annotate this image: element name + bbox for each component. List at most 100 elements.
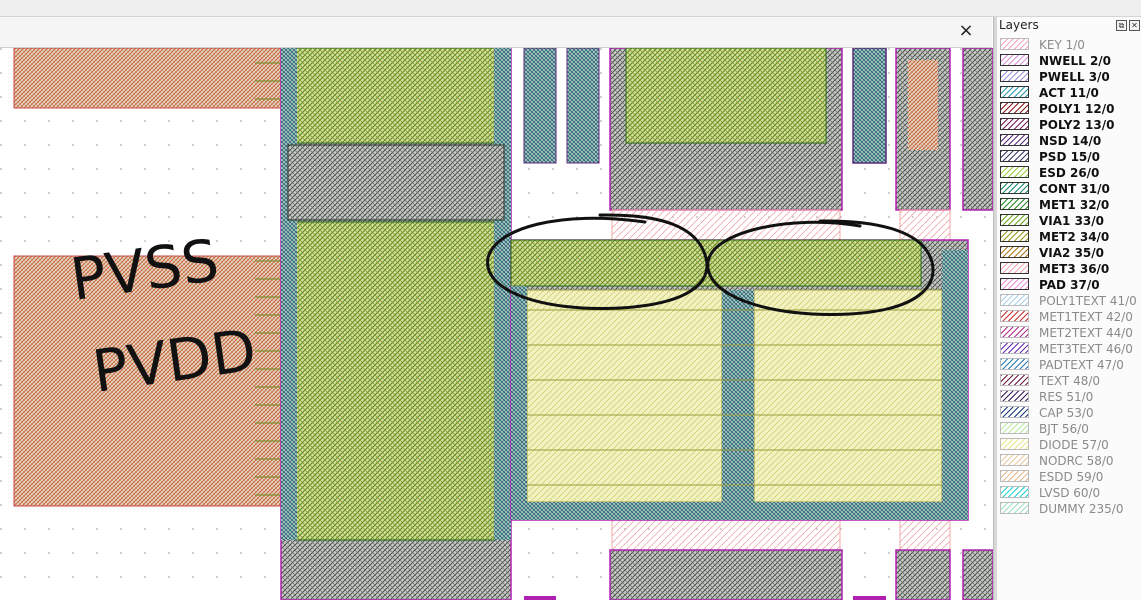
layer-swatch-icon — [1000, 182, 1029, 194]
layer-label: MET2 34/0 — [1039, 230, 1110, 244]
layer-swatch-icon — [1000, 230, 1029, 242]
layer-item[interactable]: NODRC 58/0 — [997, 453, 1141, 469]
layer-label: NWELL 2/0 — [1039, 54, 1112, 68]
layer-label: TEXT 48/0 — [1039, 374, 1101, 388]
layer-label: CAP 53/0 — [1039, 406, 1094, 420]
layer-swatch-icon — [1000, 134, 1029, 146]
right-transistor-block — [510, 239, 969, 521]
layer-item[interactable]: MET2 34/0 — [997, 229, 1141, 245]
layer-swatch-icon — [1000, 118, 1029, 130]
layer-item[interactable]: POLY1TEXT 41/0 — [997, 293, 1141, 309]
layers-panel: Layers ⧉ ✕ KEY 1/0 NWELL 2/0 PWELL 3/0 ACT … — [997, 17, 1141, 600]
layer-item[interactable]: TEXT 48/0 — [997, 373, 1141, 389]
layer-item[interactable]: CONT 31/0 — [997, 181, 1141, 197]
layer-item[interactable]: MET3 36/0 — [997, 261, 1141, 277]
layer-swatch-icon — [1000, 38, 1029, 50]
layer-label: DIODE 57/0 — [1039, 438, 1109, 452]
layer-label: RES 51/0 — [1039, 390, 1094, 404]
layer-item[interactable]: MET3TEXT 46/0 — [997, 341, 1141, 357]
layer-swatch-icon — [1000, 214, 1029, 226]
layer-label: LVSD 60/0 — [1039, 486, 1101, 500]
layout-drawing: PVSS PVDD — [0, 48, 993, 600]
layer-label: BJT 56/0 — [1039, 422, 1089, 436]
transistor-column — [280, 48, 512, 600]
layer-swatch-icon — [1000, 278, 1029, 290]
layer-item[interactable]: BJT 56/0 — [997, 421, 1141, 437]
toolbar-area — [0, 17, 992, 48]
layer-swatch-icon — [1000, 166, 1029, 178]
layer-item[interactable]: RES 51/0 — [997, 389, 1141, 405]
layer-swatch-icon — [1000, 342, 1029, 354]
layer-item[interactable]: POLY2 13/0 — [997, 117, 1141, 133]
layer-label: KEY 1/0 — [1039, 38, 1085, 52]
layer-label: MET1TEXT 42/0 — [1039, 310, 1133, 324]
layer-item[interactable]: PSD 15/0 — [997, 149, 1141, 165]
layer-swatch-icon — [1000, 310, 1029, 322]
layer-label: POLY2 13/0 — [1039, 118, 1115, 132]
pad-top-left — [13, 48, 283, 109]
layer-label: VIA1 33/0 — [1039, 214, 1104, 228]
layer-item[interactable]: MET1 32/0 — [997, 197, 1141, 213]
layer-label: PWELL 3/0 — [1039, 70, 1110, 84]
layer-swatch-icon — [1000, 70, 1029, 82]
layer-swatch-icon — [1000, 470, 1029, 482]
layer-item[interactable]: VIA1 33/0 — [997, 213, 1141, 229]
layer-item[interactable]: CAP 53/0 — [997, 405, 1141, 421]
layer-item[interactable]: PWELL 3/0 — [997, 69, 1141, 85]
layers-panel-title: Layers — [999, 18, 1039, 32]
layer-label: ESDD 59/0 — [1039, 470, 1104, 484]
layer-label: MET2TEXT 44/0 — [1039, 326, 1133, 340]
layer-swatch-icon — [1000, 390, 1029, 402]
close-panel-icon[interactable]: ✕ — [1129, 20, 1140, 31]
layer-swatch-icon — [1000, 438, 1029, 450]
layer-swatch-icon — [1000, 406, 1029, 418]
layer-label: ACT 11/0 — [1039, 86, 1099, 100]
layer-label: NSD 14/0 — [1039, 134, 1102, 148]
layer-item[interactable]: VIA2 35/0 — [997, 245, 1141, 261]
layer-item[interactable]: POLY1 12/0 — [997, 101, 1141, 117]
window-top-strip — [0, 0, 1141, 17]
layer-swatch-icon — [1000, 246, 1029, 258]
layer-label: POLY1TEXT 41/0 — [1039, 294, 1137, 308]
layer-item[interactable]: DIODE 57/0 — [997, 437, 1141, 453]
layer-swatch-icon — [1000, 326, 1029, 338]
layer-swatch-icon — [1000, 54, 1029, 66]
layer-swatch-icon — [1000, 486, 1029, 498]
layer-item[interactable]: ACT 11/0 — [997, 85, 1141, 101]
layer-swatch-icon — [1000, 294, 1029, 306]
layer-swatch-icon — [1000, 422, 1029, 434]
layer-label: PSD 15/0 — [1039, 150, 1101, 164]
layer-item[interactable]: ESDD 59/0 — [997, 469, 1141, 485]
layer-label: CONT 31/0 — [1039, 182, 1110, 196]
layer-swatch-icon — [1000, 198, 1029, 210]
layer-item[interactable]: PAD 37/0 — [997, 277, 1141, 293]
layer-label: PADTEXT 47/0 — [1039, 358, 1124, 372]
layer-item[interactable]: NWELL 2/0 — [997, 53, 1141, 69]
layer-label: MET1 32/0 — [1039, 198, 1110, 212]
layer-item[interactable]: DUMMY 235/0 — [997, 501, 1141, 517]
layer-item[interactable]: KEY 1/0 — [997, 37, 1141, 53]
layer-item[interactable]: PADTEXT 47/0 — [997, 357, 1141, 373]
layer-label: PAD 37/0 — [1039, 278, 1100, 292]
layer-swatch-icon — [1000, 150, 1029, 162]
layer-swatch-icon — [1000, 262, 1029, 274]
layer-label: MET3 36/0 — [1039, 262, 1110, 276]
layer-item[interactable]: NSD 14/0 — [997, 133, 1141, 149]
float-panel-icon[interactable]: ⧉ — [1116, 20, 1127, 31]
layer-item[interactable]: MET2TEXT 44/0 — [997, 325, 1141, 341]
layer-label: MET3TEXT 46/0 — [1039, 342, 1133, 356]
layer-label: NODRC 58/0 — [1039, 454, 1114, 468]
layer-item[interactable]: LVSD 60/0 — [997, 485, 1141, 501]
layer-swatch-icon — [1000, 86, 1029, 98]
layer-label: ESD 26/0 — [1039, 166, 1100, 180]
layer-label: DUMMY 235/0 — [1039, 502, 1124, 516]
layer-label: POLY1 12/0 — [1039, 102, 1115, 116]
layer-swatch-icon — [1000, 358, 1029, 370]
layer-swatch-icon — [1000, 454, 1029, 466]
layer-item[interactable]: MET1TEXT 42/0 — [997, 309, 1141, 325]
layer-item[interactable]: ESD 26/0 — [997, 165, 1141, 181]
close-icon[interactable]: × — [956, 20, 976, 42]
layout-canvas[interactable]: PVSS PVDD — [0, 48, 993, 600]
layer-swatch-icon — [1000, 374, 1029, 386]
layer-label: VIA2 35/0 — [1039, 246, 1104, 260]
